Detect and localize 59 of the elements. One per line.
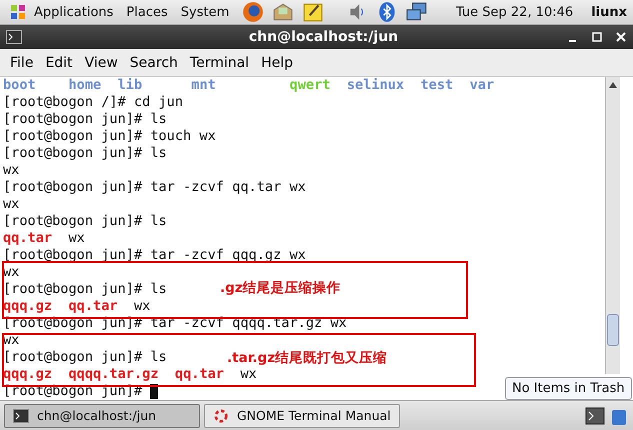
network-icon[interactable] [406, 1, 428, 23]
terminal-text: [root@bogon jun]# ls [3, 145, 167, 161]
mail-icon[interactable] [272, 1, 294, 23]
menu-item[interactable]: Help [261, 54, 293, 70]
scrollbar-thumb[interactable] [607, 314, 619, 346]
terminal-text: [root@bogon jun]# tar -zcvf qq.tar wx [3, 179, 306, 195]
notepad-icon[interactable] [302, 1, 324, 23]
menu-item[interactable]: Terminal [190, 54, 250, 70]
panel-menu[interactable]: System [180, 4, 230, 20]
menu-item[interactable]: File [10, 54, 34, 70]
terminal-text: wx [3, 162, 20, 178]
clock[interactable]: Tue Sep 22, 10:46 [456, 4, 574, 20]
menu-item[interactable]: View [84, 54, 118, 70]
panel-menu[interactable]: Applications [34, 4, 114, 20]
archive-name: qq.tar [68, 298, 118, 314]
scroll-up-arrow-icon[interactable] [608, 81, 618, 89]
terminal-text: [root@bogon jun]# ls [3, 349, 167, 365]
archive-name: qq.tar [3, 230, 52, 246]
directory-name: boot [3, 77, 36, 93]
taskbar-button[interactable]: GNOME Terminal Manual [204, 404, 400, 428]
archive-name: qqq.gz [3, 298, 52, 314]
archive-name: qqqq.tar.gz [68, 366, 159, 382]
terminal-icon [6, 30, 22, 44]
executable-name: qwert [290, 77, 330, 93]
annotation-text: .gz结尾是压缩操作 [220, 279, 341, 297]
close-button[interactable] [615, 31, 627, 43]
directory-name: lib [118, 77, 142, 93]
terminal-text: [root@bogon jun]# touch wx [3, 128, 216, 144]
menu-item[interactable]: Search [130, 54, 178, 70]
menu-item[interactable]: Edit [45, 54, 73, 70]
terminal-text: [root@bogon /]# cd jun [3, 94, 184, 110]
terminal-text: [root@bogon jun]# ls [3, 111, 167, 127]
terminal-text: wx [240, 366, 257, 382]
directory-name: home [68, 77, 102, 93]
lifebuoy-icon [213, 408, 229, 422]
directory-name: var [470, 77, 494, 93]
panel-menu[interactable]: Places [126, 4, 168, 20]
scrollbar[interactable] [605, 77, 620, 374]
archive-name: qq.tar [174, 366, 224, 382]
terminal-icon[interactable] [585, 406, 605, 426]
trash-tooltip: No Items in Trash [505, 377, 632, 400]
annotation-text: .tar.gz结尾既打包又压缩 [227, 349, 388, 367]
terminal-icon [13, 408, 29, 422]
terminal-text: [root@bogon jun]# tar -zcvf qqq.gz wx [3, 247, 306, 263]
directory-name: selinux [346, 77, 404, 93]
terminal-text: [root@bogon jun]# ls [3, 281, 167, 297]
terminal-text: wx [134, 298, 150, 314]
directory-name: mnt [191, 77, 216, 93]
directory-name: test [420, 77, 454, 93]
browser-icon[interactable] [242, 1, 264, 23]
distro-logo-icon[interactable] [8, 2, 28, 22]
window-title: chn@localhost:/jun [248, 29, 400, 45]
terminal-text: wx [3, 196, 20, 212]
terminal-text: wx [68, 230, 85, 246]
terminal-text: [root@bogon jun]# ls [3, 213, 167, 229]
archive-name: qqq.gz [3, 366, 52, 382]
taskbar-button[interactable]: chn@localhost:/jun [4, 404, 200, 428]
user-name[interactable]: liunx [591, 4, 627, 20]
maximize-button[interactable] [591, 31, 603, 43]
